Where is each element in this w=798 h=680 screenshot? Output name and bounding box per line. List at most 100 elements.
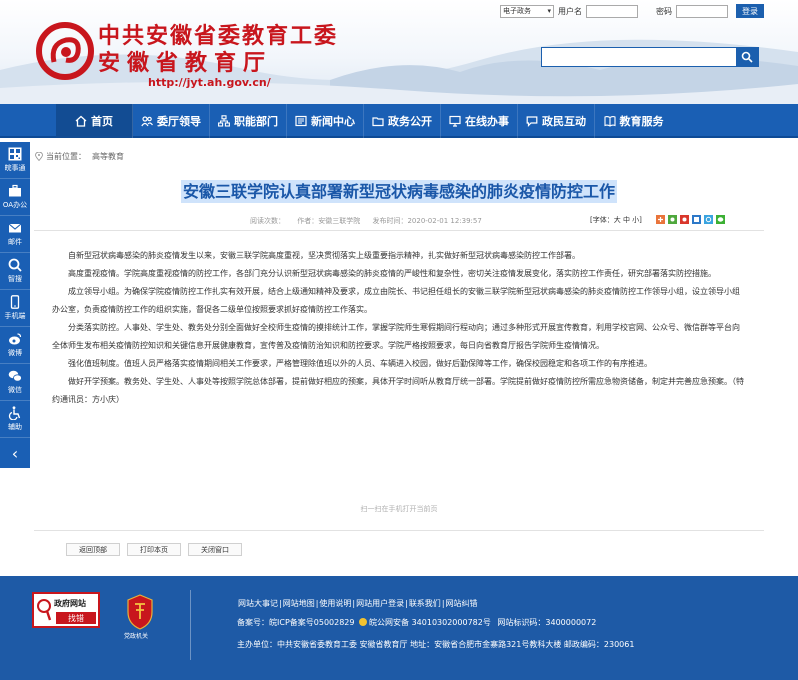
police-record[interactable]: 皖公网安备 34010302000782号 <box>369 618 491 627</box>
breadcrumb: 当前位置： 高等教育 <box>35 151 124 162</box>
footer-link[interactable]: 网站地图 <box>283 599 315 608</box>
breadcrumb-current[interactable]: 高等教育 <box>92 151 124 162</box>
share-red-icon[interactable] <box>680 215 689 224</box>
party-badge-label: 党政机关 <box>124 633 149 640</box>
nav-item-departments[interactable]: 职能部门 <box>210 104 287 138</box>
system-select[interactable]: 电子政务 ▾ <box>500 4 554 18</box>
nav-item-label: 新闻中心 <box>311 115 355 128</box>
monitor-icon <box>449 115 461 127</box>
sidebar-item-label: 辅助 <box>8 423 22 431</box>
footer-link[interactable]: 网站纠错 <box>446 599 478 608</box>
sidebar-item-wechat[interactable]: 微信 <box>0 364 30 401</box>
sidebar-item-label: 微信 <box>8 386 22 394</box>
accessibility-icon <box>8 406 21 420</box>
mail-icon <box>8 223 22 233</box>
nav-item-open-government[interactable]: 政务公开 <box>364 104 441 138</box>
breadcrumb-prefix: 当前位置： <box>46 152 86 161</box>
qr-code-icon <box>8 147 22 161</box>
print-button[interactable]: 打印本页 <box>127 543 181 556</box>
sidebar-item-mail[interactable]: 邮件 <box>0 216 30 253</box>
search-input[interactable] <box>542 48 736 66</box>
sidebar-item-weibo[interactable]: 微博 <box>0 327 30 364</box>
title-divider <box>34 230 764 231</box>
chevron-left-icon: ‹ <box>11 443 19 463</box>
footer-link[interactable]: 联系我们 <box>409 599 441 608</box>
site-footer: 政府网站 找错 党政机关 网站大事记|网站地图|使用说明|网站用户登录|联系我们… <box>0 576 798 680</box>
article-body: 自新型冠状病毒感染的肺炎疫情发生以来，安徽三联学院高度重视，坚决贯彻落实上级重要… <box>52 247 746 409</box>
close-window-button[interactable]: 关闭窗口 <box>188 543 242 556</box>
nav-item-news[interactable]: 新闻中心 <box>287 104 364 138</box>
sidebar-item-accessibility[interactable]: 辅助 <box>0 401 30 438</box>
username-input[interactable] <box>586 4 638 18</box>
nav-item-label: 教育服务 <box>619 115 664 128</box>
search-icon <box>8 258 22 272</box>
sidebar-item-label: 邮件 <box>8 238 22 246</box>
article-title-wrap: 安徽三联学院认真部署新型冠状病毒感染的肺炎疫情防控工作 <box>0 178 798 203</box>
badge-top-label: 政府网站 <box>54 599 86 608</box>
nav-item-interaction[interactable]: 政民互动 <box>518 104 595 138</box>
share-blue-icon[interactable] <box>692 215 701 224</box>
footer-links: 网站大事记|网站地图|使用说明|网站用户登录|联系我们|网站纠错 <box>238 599 478 608</box>
nav-item-label: 在线办事 <box>465 115 509 128</box>
org-chart-icon <box>218 115 230 127</box>
sidebar-item-wanshitong[interactable]: 皖事通 <box>0 142 30 179</box>
footer-link[interactable]: 使用说明 <box>319 599 351 608</box>
sidebar-item-label: 微博 <box>8 349 22 357</box>
party-government-badge-icon[interactable] <box>126 594 154 630</box>
login-button[interactable]: 登录 <box>736 4 764 18</box>
nav-item-label: 委厅领导 <box>157 115 201 128</box>
police-badge-icon <box>359 618 368 626</box>
search-button[interactable] <box>736 48 758 66</box>
back-to-top-button[interactable]: 返回顶部 <box>66 543 120 556</box>
sidebar-collapse-button[interactable]: ‹ <box>0 438 30 468</box>
share-sky-icon[interactable] <box>704 215 713 224</box>
search-box <box>541 47 759 67</box>
meta-views: 阅读次数： <box>250 217 285 225</box>
folder-icon <box>372 117 384 127</box>
sidebar-item-smart-search[interactable]: 智搜 <box>0 253 30 290</box>
gov-site-error-badge[interactable]: 政府网站 找错 <box>32 592 100 628</box>
password-input[interactable] <box>676 4 728 18</box>
paragraph: 做好开学预案。教务处、学生处、人事处等按照学院总体部署，提前做好相应的预案，具体… <box>52 377 744 404</box>
site-id: 网站标识码：3400000072 <box>497 618 597 627</box>
home-icon <box>75 115 87 127</box>
sidebar-item-label: 智搜 <box>8 275 22 283</box>
magnifier-icon <box>37 599 52 621</box>
org-name-line2: 安徽省教育厅 <box>98 51 273 76</box>
footer-host: 主办单位：中共安徽省委教育工委 安徽省教育厅 地址：安徽省合肥市金寨路321号教… <box>237 640 635 649</box>
paragraph: 高度重视疫情。学院高度重视疫情的防控工作，各部门充分认识新型冠状病毒感染的肺炎疫… <box>68 269 716 278</box>
password-label: 密码 <box>656 6 672 16</box>
article-actions: 返回顶部 打印本页 关闭窗口 <box>66 543 242 556</box>
meta-author: 作者：安徽三联学院 <box>297 217 361 225</box>
footer-records: 备案号：皖ICP备案号05002829 皖公网安备 34010302000782… <box>237 617 596 628</box>
nav-item-label: 政民互动 <box>542 115 586 128</box>
sidebar-item-label: 皖事通 <box>4 164 26 172</box>
nav-item-label: 政务公开 <box>388 115 432 128</box>
nav-item-leaders[interactable]: 委厅领导 <box>133 104 210 138</box>
site-url: http://jyt.ah.gov.cn/ <box>148 76 271 89</box>
footer-link[interactable]: 网站大事记 <box>238 599 278 608</box>
meta-date: 发布时间：2020-02-01 12:39:57 <box>372 217 482 225</box>
footer-link[interactable]: 网站用户登录 <box>356 599 404 608</box>
share-wechat-icon[interactable] <box>716 215 725 224</box>
book-icon <box>603 116 616 127</box>
nav-item-online-services[interactable]: 在线办事 <box>441 104 518 138</box>
share-bar <box>656 215 725 224</box>
paragraph: 分类落实防控。人事处、学生处、教务处分别全面做好全校师生疫情的摸排统计工作，掌握… <box>52 323 740 350</box>
phone-icon <box>10 295 20 309</box>
content-divider <box>34 530 764 531</box>
login-bar: 电子政务 ▾ 用户名 密码 登录 <box>500 4 764 18</box>
footer-divider <box>190 590 191 660</box>
share-add-icon[interactable] <box>656 215 665 224</box>
sidebar-item-label: 手机端 <box>4 312 26 320</box>
sidebar-item-mobile[interactable]: 手机端 <box>0 290 30 327</box>
share-green-icon[interactable] <box>668 215 677 224</box>
article-meta: 阅读次数： 作者：安徽三联学院 发布时间：2020-02-01 12:39:57 <box>250 216 492 226</box>
nav-item-education-services[interactable]: 教育服务 <box>595 104 672 138</box>
font-size-control[interactable]: [字体：大 中 小] <box>590 215 642 225</box>
nav-item-home[interactable]: 首页 <box>56 104 133 138</box>
paragraph: 自新型冠状病毒感染的肺炎疫情发生以来，安徽三联学院高度重视，坚决贯彻落实上级重要… <box>68 251 580 260</box>
icp-record[interactable]: 备案号：皖ICP备案号05002829 <box>237 618 355 627</box>
chat-icon <box>526 116 538 127</box>
qr-hint[interactable]: 扫一扫在手机打开当前页 <box>0 504 798 514</box>
